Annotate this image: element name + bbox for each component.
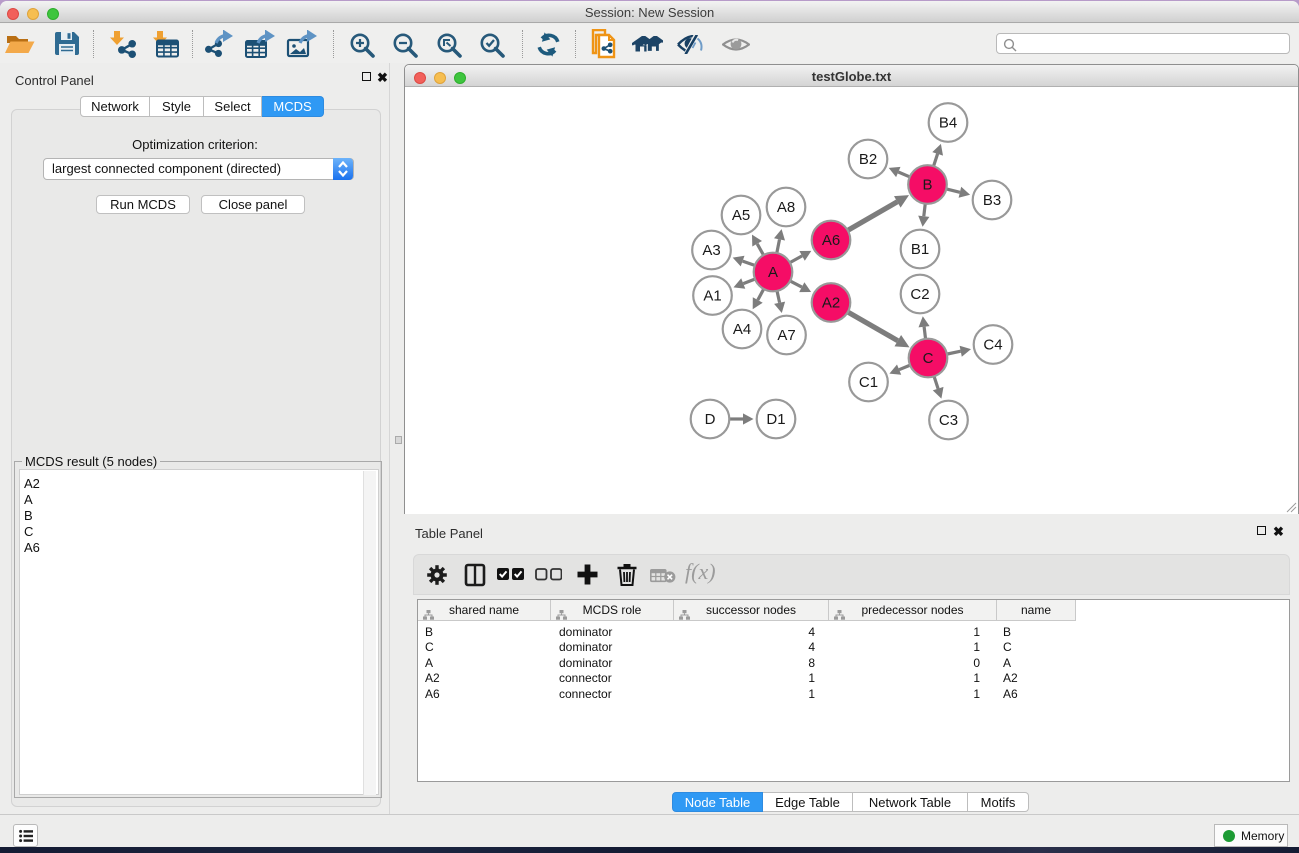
svg-text:A7: A7 — [777, 327, 795, 344]
svg-text:C1: C1 — [859, 374, 878, 391]
svg-text:A2: A2 — [822, 295, 840, 312]
svg-text:A1: A1 — [703, 288, 721, 305]
svg-text:C2: C2 — [910, 286, 929, 303]
svg-text:C3: C3 — [939, 412, 958, 429]
svg-text:C: C — [923, 350, 934, 367]
svg-text:C4: C4 — [983, 337, 1002, 354]
svg-text:B1: B1 — [911, 241, 929, 258]
svg-text:B2: B2 — [859, 151, 877, 168]
svg-text:A8: A8 — [777, 199, 795, 216]
svg-text:B3: B3 — [983, 192, 1001, 209]
svg-text:B: B — [922, 177, 932, 194]
svg-text:A: A — [768, 264, 778, 281]
svg-text:A3: A3 — [702, 242, 720, 259]
svg-text:A6: A6 — [822, 232, 840, 249]
svg-text:B4: B4 — [939, 115, 957, 132]
svg-text:D: D — [705, 411, 716, 428]
svg-text:A4: A4 — [733, 321, 751, 338]
svg-text:D1: D1 — [766, 411, 785, 428]
svg-text:A5: A5 — [732, 207, 750, 224]
